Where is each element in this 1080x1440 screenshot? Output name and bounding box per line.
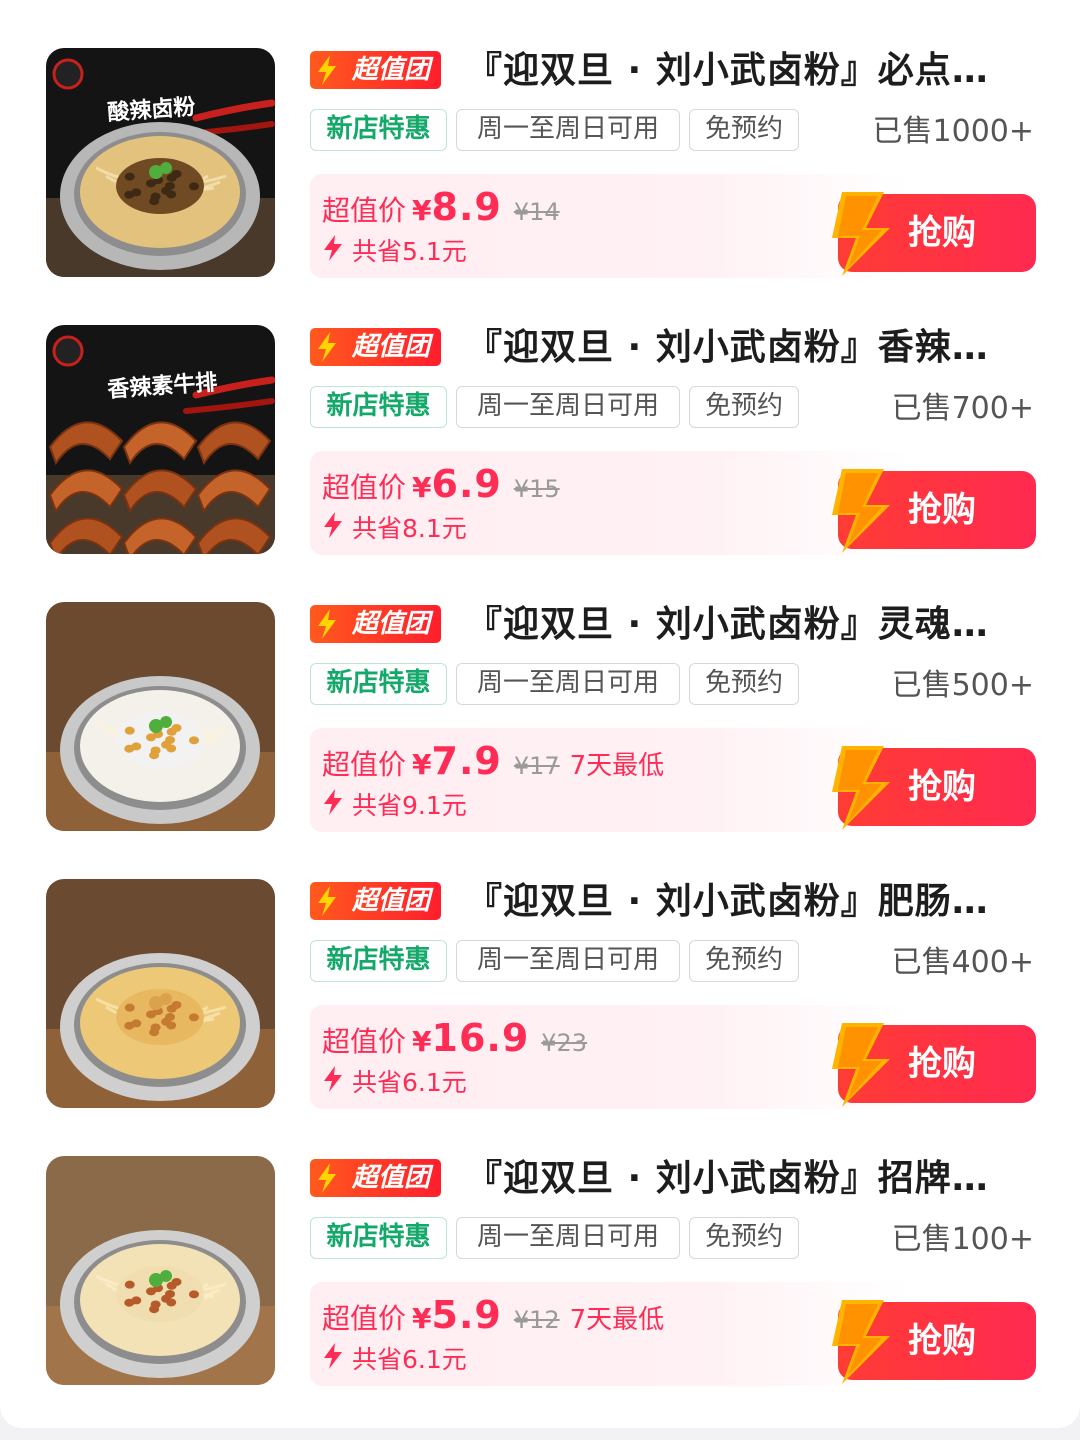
tag-no-booking: 免预约 xyxy=(689,940,799,982)
badge-label: 超值团 xyxy=(351,886,430,916)
sold-count: 已售400+ xyxy=(891,945,1034,980)
deal-list: 酸辣卤粉 超值团 『迎双旦 · 刘小武卤粉』必点… 新店特惠 周一至周日可用 免… xyxy=(0,0,1080,1428)
tag-weekdays: 周一至周日可用 xyxy=(456,386,680,428)
lightning-icon xyxy=(832,1300,902,1412)
dish-photo[interactable] xyxy=(46,879,275,1108)
deal-card[interactable]: 超值团 『迎双旦 · 刘小武卤粉』肥肠… 新店特惠 周一至周日可用 免预约 已售… xyxy=(0,831,1080,1109)
tag-new-store: 新店特惠 xyxy=(310,1217,447,1259)
price-label: 超值价 xyxy=(322,1302,407,1335)
tag-weekdays: 周一至周日可用 xyxy=(456,663,680,705)
deal-price: 7.9 xyxy=(431,739,502,783)
price-label: 超值价 xyxy=(322,1025,407,1058)
lightning-icon xyxy=(316,609,338,650)
tag-new-store: 新店特惠 xyxy=(310,386,447,428)
deal-card[interactable]: 超值团 『迎双旦 · 刘小武卤粉』招牌… 新店特惠 周一至周日可用 免预约 已售… xyxy=(0,1108,1080,1386)
lightning-icon xyxy=(322,1341,344,1381)
tag-no-booking: 免预约 xyxy=(689,386,799,428)
sold-count: 已售1000+ xyxy=(872,114,1034,149)
sold-count: 已售500+ xyxy=(891,668,1034,703)
deal-title[interactable]: 『迎双旦 · 刘小武卤粉』招牌… xyxy=(466,1154,1026,1204)
tag-new-store: 新店特惠 xyxy=(310,940,447,982)
lightning-icon xyxy=(316,886,338,927)
original-price: ¥15 xyxy=(513,475,560,503)
lightning-icon xyxy=(316,1163,338,1204)
buy-label: 抢购 xyxy=(908,1044,976,1084)
buy-button[interactable]: 抢购 xyxy=(832,1023,1036,1107)
price-panel: 超值价 ¥16.9 ¥23 共省6.1元 xyxy=(310,1005,910,1109)
tag-new-store: 新店特惠 xyxy=(310,109,447,151)
value-deal-badge: 超值团 xyxy=(310,328,441,366)
lightning-icon xyxy=(316,332,338,373)
buy-label: 抢购 xyxy=(908,213,976,253)
price-panel: 超值价 ¥5.9 ¥12 7天最低 共省6.1元 xyxy=(310,1282,910,1386)
tag-no-booking: 免预约 xyxy=(689,1217,799,1259)
dish-photo[interactable] xyxy=(46,602,275,831)
original-price: ¥12 xyxy=(513,1306,560,1334)
value-deal-badge: 超值团 xyxy=(310,605,441,643)
dish-photo[interactable] xyxy=(46,1156,275,1385)
badge-label: 超值团 xyxy=(351,609,430,639)
buy-button[interactable]: 抢购 xyxy=(832,469,1036,553)
currency-symbol: ¥ xyxy=(412,748,432,781)
saving-text: 共省8.1元 xyxy=(352,514,467,543)
deal-price: 16.9 xyxy=(431,1016,530,1060)
value-deal-badge: 超值团 xyxy=(310,1159,441,1197)
tag-no-booking: 免预约 xyxy=(689,109,799,151)
lightning-icon xyxy=(322,787,344,827)
tag-weekdays: 周一至周日可用 xyxy=(456,109,680,151)
buy-button[interactable]: 抢购 xyxy=(832,746,1036,830)
deal-price: 6.9 xyxy=(431,462,502,506)
currency-symbol: ¥ xyxy=(412,1025,432,1058)
tag-weekdays: 周一至周日可用 xyxy=(456,940,680,982)
badge-label: 超值团 xyxy=(351,55,430,85)
buy-label: 抢购 xyxy=(908,1321,976,1361)
original-price: ¥14 xyxy=(513,198,560,226)
buy-button[interactable]: 抢购 xyxy=(832,192,1036,276)
lightning-icon xyxy=(322,233,344,273)
currency-symbol: ¥ xyxy=(412,194,432,227)
sold-count: 已售700+ xyxy=(891,391,1034,426)
deal-card[interactable]: 香辣素牛排 超值团 『迎双旦 · 刘小武卤粉』香辣… 新店特惠 周一至周日可用 … xyxy=(0,277,1080,555)
badge-label: 超值团 xyxy=(351,1163,430,1193)
deal-title[interactable]: 『迎双旦 · 刘小武卤粉』必点… xyxy=(466,46,1026,96)
lightning-icon xyxy=(322,510,344,550)
currency-symbol: ¥ xyxy=(412,471,432,504)
saving-text: 共省6.1元 xyxy=(352,1068,467,1097)
tag-weekdays: 周一至周日可用 xyxy=(456,1217,680,1259)
deal-price: 8.9 xyxy=(431,185,502,229)
price-label: 超值价 xyxy=(322,194,407,227)
currency-symbol: ¥ xyxy=(412,1302,432,1335)
original-price: ¥17 xyxy=(513,752,560,780)
value-deal-badge: 超值团 xyxy=(310,882,441,920)
deal-title[interactable]: 『迎双旦 · 刘小武卤粉』肥肠… xyxy=(466,877,1026,927)
value-deal-badge: 超值团 xyxy=(310,51,441,89)
lightning-icon xyxy=(322,1064,344,1104)
dish-photo[interactable]: 香辣素牛排 xyxy=(46,325,275,554)
price-panel: 超值价 ¥6.9 ¥15 共省8.1元 xyxy=(310,451,910,555)
deal-title[interactable]: 『迎双旦 · 刘小武卤粉』灵魂… xyxy=(466,600,1026,650)
badge-label: 超值团 xyxy=(351,332,430,362)
lowest-price-tag: 7天最低 xyxy=(569,751,665,781)
price-panel: 超值价 ¥7.9 ¥17 7天最低 共省9.1元 xyxy=(310,728,910,832)
deal-card[interactable]: 酸辣卤粉 超值团 『迎双旦 · 刘小武卤粉』必点… 新店特惠 周一至周日可用 免… xyxy=(0,0,1080,278)
tag-new-store: 新店特惠 xyxy=(310,663,447,705)
tag-no-booking: 免预约 xyxy=(689,663,799,705)
lightning-icon xyxy=(316,55,338,96)
buy-label: 抢购 xyxy=(908,490,976,530)
lowest-price-tag: 7天最低 xyxy=(569,1305,665,1335)
deal-title[interactable]: 『迎双旦 · 刘小武卤粉』香辣… xyxy=(466,323,1026,373)
price-panel: 超值价 ¥8.9 ¥14 共省5.1元 xyxy=(310,174,910,278)
dish-photo[interactable]: 酸辣卤粉 xyxy=(46,48,275,277)
saving-text: 共省6.1元 xyxy=(352,1345,467,1374)
deal-card[interactable]: 超值团 『迎双旦 · 刘小武卤粉』灵魂… 新店特惠 周一至周日可用 免预约 已售… xyxy=(0,554,1080,832)
saving-text: 共省9.1元 xyxy=(352,791,467,820)
sold-count: 已售100+ xyxy=(891,1222,1034,1257)
buy-button[interactable]: 抢购 xyxy=(832,1300,1036,1384)
price-label: 超值价 xyxy=(322,471,407,504)
original-price: ¥23 xyxy=(541,1029,588,1057)
price-label: 超值价 xyxy=(322,748,407,781)
saving-text: 共省5.1元 xyxy=(352,237,467,266)
buy-label: 抢购 xyxy=(908,767,976,807)
deal-price: 5.9 xyxy=(431,1293,502,1337)
